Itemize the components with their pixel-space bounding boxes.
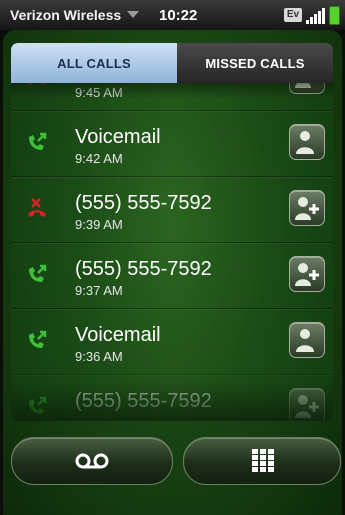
call-log-tabs: ALL CALLS MISSED CALLS [11,43,333,83]
call-time: 9:39 AM [75,217,123,232]
add-contact-button[interactable] [289,190,325,226]
add-contact-button[interactable] [289,256,325,292]
call-row[interactable]: (555) 555-7592 9:39 AM [11,176,333,243]
caller-name: (555) 555-7592 [75,258,212,280]
call-row[interactable]: Voicemail 9:36 AM [11,308,333,375]
call-time: 9:37 AM [75,283,123,298]
missed-call-icon [26,83,48,87]
caller-name: (555) 555-7592 [75,390,212,412]
voicemail-icon [75,453,109,469]
signal-strength-icon [306,8,325,24]
carrier-name[interactable]: Verizon Wireless [10,7,121,23]
view-contact-button[interactable] [289,322,325,358]
call-row[interactable]: Voicemail 9:42 AM [11,110,333,177]
call-time: 9:42 AM [75,151,123,166]
tab-all-calls[interactable]: ALL CALLS [11,43,177,83]
call-time: 9:45 AM [75,85,123,100]
dialpad-icon [252,449,274,472]
call-row[interactable]: (555) 555-7592 9:37 AM [11,242,333,309]
missed-call-icon [26,197,48,219]
network-badge: Ev [284,8,302,22]
call-time: 9:36 AM [75,349,123,364]
caller-name: Voicemail [75,126,161,148]
battery-icon [329,6,340,25]
status-clock: 10:22 [159,7,198,24]
dialpad-button[interactable] [183,437,341,485]
outgoing-call-icon [26,329,48,351]
status-bar: Verizon Wireless 10:22 Ev [0,0,345,30]
call-list[interactable]: (555) 555-7592 Voicemail 9:36 AM (555) 55… [11,83,333,421]
caller-name: Voicemail [75,324,161,346]
outgoing-call-icon [26,131,48,153]
call-row[interactable]: 9:45 AM [11,83,333,111]
tab-missed-calls[interactable]: MISSED CALLS [177,43,333,83]
add-contact-button[interactable] [289,83,325,94]
caller-name: (555) 555-7592 [75,192,212,214]
carrier-menu-caret-icon[interactable] [127,11,139,18]
outgoing-call-icon [26,263,48,285]
voicemail-button[interactable] [11,437,173,485]
view-contact-button[interactable] [289,124,325,160]
call-row[interactable]: (555) 555-7592 [11,374,333,421]
outgoing-call-icon [26,395,48,417]
add-contact-button[interactable] [289,388,325,421]
